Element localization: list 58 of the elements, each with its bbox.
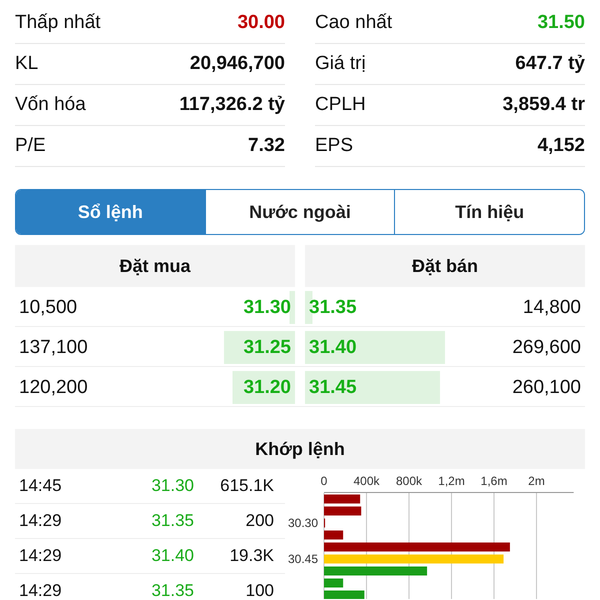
trade-volume: 19.3K <box>228 546 274 566</box>
stat-label: Cao nhất <box>315 12 392 34</box>
sell-price: 31.35 <box>309 296 357 318</box>
axis-tick-label: 0 <box>320 474 328 488</box>
sell-volume: 260,100 <box>512 376 581 398</box>
axis-tick-label: 800k <box>396 474 422 488</box>
trade-price: 31.30 <box>150 476 194 496</box>
tab[interactable]: Sổ lệnh <box>16 190 205 234</box>
trade-volume: 200 <box>244 511 274 531</box>
section-header: Khớp lệnh <box>15 429 585 469</box>
sell-price: 31.45 <box>309 376 357 398</box>
buy-volume: 120,200 <box>19 376 88 398</box>
buy-volume: 10,500 <box>19 296 78 318</box>
trade-price: 31.35 <box>150 581 194 600</box>
sell-volume: 14,800 <box>522 296 581 318</box>
stat-value: 20,946,700 <box>190 53 285 75</box>
stat-label: P/E <box>15 135 46 157</box>
bar <box>324 494 360 504</box>
buy-price: 31.20 <box>243 376 291 398</box>
stat-value: 4,152 <box>537 135 585 157</box>
stat-label: EPS <box>315 135 354 157</box>
bar <box>324 590 364 599</box>
trade-time: 14:29 <box>19 511 63 531</box>
stat-value: 31.50 <box>537 12 585 34</box>
stat-label: KL <box>15 53 38 75</box>
sell-volume: 269,600 <box>512 336 581 358</box>
axis-tick-label: 1,2m <box>438 474 465 488</box>
axis-tick-label: 2m <box>528 474 545 488</box>
stat-value: 117,326.2 tỷ <box>179 94 285 116</box>
sell-price: 31.40 <box>309 336 357 358</box>
buy-price: 31.30 <box>243 296 291 318</box>
trade-time: 14:29 <box>19 581 63 600</box>
trade-time: 14:45 <box>19 476 63 496</box>
tab[interactable]: Tín hiệu <box>394 190 584 234</box>
buy-price: 31.25 <box>243 336 291 358</box>
trade-price: 31.35 <box>150 511 194 531</box>
stat-label: CPLH <box>315 94 366 116</box>
bar <box>324 578 344 588</box>
buy-volume: 137,100 <box>19 336 88 358</box>
column-header: Đặt mua <box>15 245 295 287</box>
trade-volume: 100 <box>244 581 274 600</box>
axis-tick-label: 1,6m <box>480 474 508 488</box>
bar <box>324 530 344 540</box>
column-header: Đặt bán <box>305 245 585 287</box>
stat-label: Thấp nhất <box>15 12 101 34</box>
stat-label: Giá trị <box>315 53 366 75</box>
bar <box>324 506 362 516</box>
stat-value: 7.32 <box>248 135 285 157</box>
stat-value: 3,859.4 tr <box>502 94 585 116</box>
axis-tick-label: 400k <box>353 474 380 488</box>
axis-tick-label: 30.45 <box>288 552 318 566</box>
stat-label: Vốn hóa <box>15 94 86 116</box>
stat-value: 30.00 <box>237 12 285 34</box>
axis-tick-label: 30.30 <box>288 516 318 530</box>
trade-volume: 615.1K <box>219 476 274 496</box>
trade-price: 31.40 <box>150 546 194 566</box>
stat-value: 647.7 tỷ <box>515 53 585 75</box>
trade-time: 14:29 <box>19 546 63 566</box>
